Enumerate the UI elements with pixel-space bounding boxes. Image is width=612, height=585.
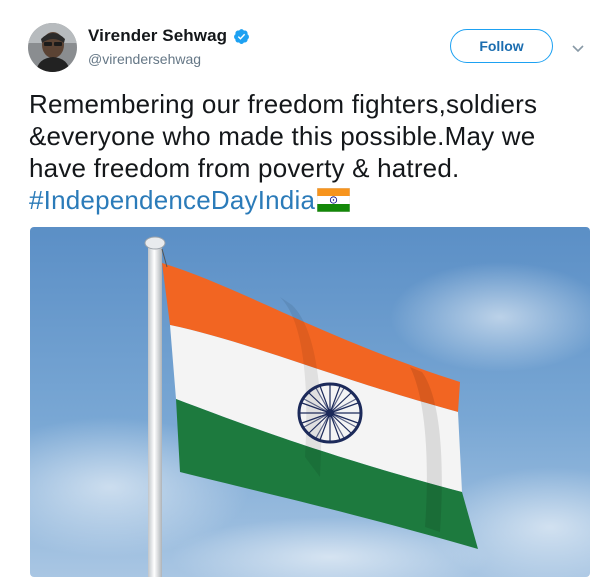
tweet-text: Remembering our freedom fighters,soldier…	[29, 88, 589, 216]
avatar[interactable]	[28, 23, 77, 72]
author-display-name[interactable]: Virender Sehwag	[88, 26, 227, 46]
hashtag-link[interactable]: #IndependenceDayIndia	[29, 185, 315, 215]
follow-button[interactable]: Follow	[450, 29, 553, 63]
tweet-text-line: &everyone who made this possible.May we	[29, 121, 536, 151]
tweet-text-line: Remembering our freedom fighters,soldier…	[29, 89, 538, 119]
chevron-down-icon[interactable]	[571, 41, 585, 53]
tweet-text-line-hashtag: #IndependenceDayIndia	[29, 184, 589, 216]
author-handle[interactable]: @virendersehwag	[88, 51, 201, 67]
tweet-media-photo[interactable]	[30, 227, 590, 577]
tweet-text-line: have freedom from poverty & hatred.	[29, 153, 460, 183]
author-name-row[interactable]: Virender Sehwag	[88, 26, 250, 46]
india-flag-emoji-icon	[316, 187, 351, 213]
verified-badge-icon	[233, 28, 250, 45]
